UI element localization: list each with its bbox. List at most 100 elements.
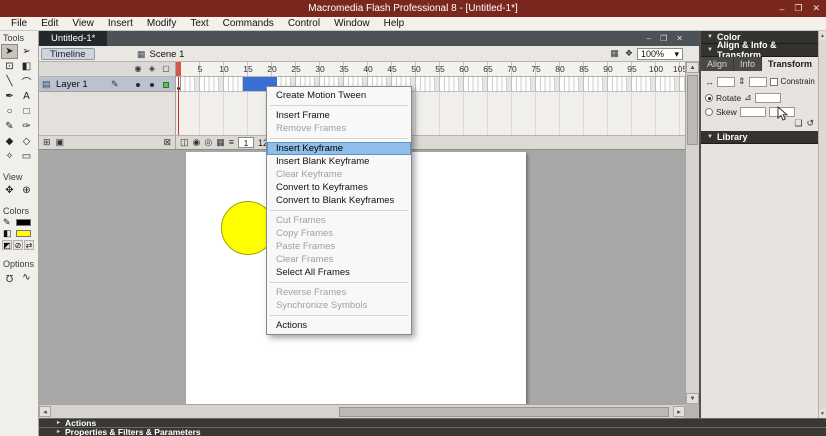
context-item-select-all-frames[interactable]: Select All Frames bbox=[267, 266, 411, 279]
context-item-create-motion-tween[interactable]: Create Motion Tween bbox=[267, 89, 411, 102]
menu-help[interactable]: Help bbox=[377, 17, 412, 30]
text-tool[interactable]: A bbox=[18, 89, 35, 104]
center-frame-button[interactable]: ◫ bbox=[180, 138, 189, 147]
stage-vertical-scrollbar[interactable]: ▲ ▼ bbox=[685, 62, 699, 404]
frames-empty-area[interactable] bbox=[176, 92, 685, 135]
snap-to-objects-option[interactable]: Ω bbox=[1, 270, 18, 285]
stroke-color-swatch[interactable] bbox=[16, 219, 31, 226]
menu-commands[interactable]: Commands bbox=[216, 17, 281, 30]
menu-modify[interactable]: Modify bbox=[140, 17, 183, 30]
context-item-insert-frame[interactable]: Insert Frame bbox=[267, 109, 411, 122]
vertical-scroll-thumb[interactable] bbox=[687, 75, 698, 145]
scroll-up-icon[interactable]: ▲ bbox=[819, 31, 826, 40]
lasso-tool[interactable]: ⌒ bbox=[18, 74, 35, 89]
scroll-up-icon[interactable]: ▲ bbox=[686, 62, 699, 73]
align-info-transform-panel-header[interactable]: ▼ Align & Info & Transform bbox=[701, 40, 818, 60]
context-item-convert-to-keyframes[interactable]: Convert to Keyframes bbox=[267, 181, 411, 194]
context-item-insert-blank-keyframe[interactable]: Insert Blank Keyframe bbox=[267, 155, 411, 168]
line-tool[interactable]: ╲ bbox=[1, 74, 18, 89]
tab-transform[interactable]: Transform bbox=[762, 57, 820, 71]
no-color-button[interactable]: ⊘ bbox=[13, 240, 23, 250]
eyedropper-tool[interactable]: ✧ bbox=[1, 149, 18, 164]
hand-tool[interactable]: ✥ bbox=[1, 183, 18, 198]
context-item-insert-keyframe[interactable]: Insert Keyframe bbox=[267, 142, 411, 155]
scale-height-field[interactable] bbox=[748, 76, 767, 87]
outline-all-layers-icon[interactable]: ▢ bbox=[160, 64, 172, 73]
layer-frames-track[interactable] bbox=[176, 77, 685, 92]
doc-restore-button[interactable]: ❐ bbox=[660, 34, 667, 43]
free-transform-tool[interactable]: ⊡ bbox=[1, 59, 18, 74]
menu-view[interactable]: View bbox=[65, 17, 101, 30]
constrain-checkbox[interactable] bbox=[769, 77, 778, 86]
menu-insert[interactable]: Insert bbox=[101, 17, 140, 30]
paint-bucket-tool[interactable]: ◇ bbox=[18, 134, 35, 149]
copy-transform-icon[interactable]: ❏ bbox=[794, 118, 802, 129]
brush-tool[interactable]: ✑ bbox=[18, 119, 35, 134]
timeline-ruler-frames[interactable]: 5 10 15 20 25 30 35 40 45 50 55 60 65 70 75 80 85 90 95 100… bbox=[176, 62, 685, 77]
context-item-actions[interactable]: Actions bbox=[267, 319, 411, 332]
scale-width-field[interactable] bbox=[717, 76, 735, 87]
stroke-color-control[interactable]: ✎ bbox=[0, 217, 38, 228]
doc-close-button[interactable]: ✕ bbox=[676, 34, 683, 43]
scroll-left-icon[interactable]: ◂ bbox=[39, 406, 51, 417]
menu-file[interactable]: File bbox=[4, 17, 34, 30]
close-button[interactable]: ✕ bbox=[812, 3, 820, 14]
menu-text[interactable]: Text bbox=[183, 17, 215, 30]
reset-transform-icon[interactable]: ↺ bbox=[806, 118, 814, 129]
oval-tool[interactable]: ○ bbox=[1, 104, 18, 119]
panel-scrollbar[interactable]: ▲ ▼ bbox=[818, 31, 826, 418]
layer-lock-dot[interactable] bbox=[150, 83, 154, 87]
scroll-down-icon[interactable]: ▼ bbox=[686, 393, 699, 404]
skew-radio[interactable] bbox=[705, 108, 713, 116]
menu-edit[interactable]: Edit bbox=[34, 17, 65, 30]
fill-color-swatch[interactable] bbox=[16, 230, 31, 237]
properties-panel-bar[interactable]: ▸ Properties & Filters & Parameters bbox=[39, 427, 826, 436]
subselection-tool[interactable]: ➢ bbox=[18, 44, 35, 59]
timeline-toggle-button[interactable]: Timeline bbox=[41, 48, 95, 60]
onion-skin-button[interactable]: ◉ bbox=[193, 138, 201, 147]
rotate-angle-field[interactable] bbox=[754, 92, 781, 103]
edit-scene-icon[interactable]: ▦ bbox=[610, 48, 619, 59]
pen-tool[interactable]: ✒ bbox=[1, 89, 18, 104]
edit-multiple-frames-button[interactable]: ▦ bbox=[216, 138, 225, 147]
menu-control[interactable]: Control bbox=[281, 17, 327, 30]
menu-window[interactable]: Window bbox=[327, 17, 377, 30]
ink-bottle-tool[interactable]: ◆ bbox=[1, 134, 18, 149]
context-item-convert-to-blank-keyframes[interactable]: Convert to Blank Keyframes bbox=[267, 194, 411, 207]
layer-visible-dot[interactable] bbox=[136, 83, 140, 87]
zoom-tool[interactable]: ⊕ bbox=[18, 183, 35, 198]
scroll-down-icon[interactable]: ▼ bbox=[819, 409, 826, 418]
modify-onion-markers-button[interactable]: ≡ bbox=[229, 138, 234, 147]
minimize-button[interactable]: – bbox=[779, 4, 784, 14]
library-panel-header[interactable]: ▼ Library bbox=[701, 131, 818, 144]
pencil-tool[interactable]: ✎ bbox=[1, 119, 18, 134]
insert-layer-button[interactable]: ⊞ bbox=[43, 138, 51, 147]
swap-colors-button[interactable]: ⇄ bbox=[24, 240, 34, 250]
skew-horizontal-field[interactable] bbox=[739, 107, 766, 117]
playhead-marker[interactable] bbox=[176, 62, 181, 76]
fill-color-control[interactable]: ◧ bbox=[0, 228, 38, 239]
layer-outline-color-swatch[interactable] bbox=[163, 82, 169, 88]
document-tab[interactable]: Untitled-1* bbox=[39, 31, 108, 46]
selection-tool[interactable]: ➤ bbox=[1, 44, 18, 59]
smooth-option[interactable]: ∿ bbox=[18, 270, 35, 285]
scroll-right-icon[interactable]: ▸ bbox=[673, 406, 685, 417]
layer-name[interactable]: Layer 1 bbox=[56, 79, 88, 90]
stage-zoom-select[interactable]: 100% ▾ bbox=[637, 48, 683, 60]
onion-skin-outlines-button[interactable]: ◎ bbox=[204, 138, 212, 147]
gradient-transform-tool[interactable]: ◧ bbox=[18, 59, 35, 74]
stage-horizontal-scrollbar[interactable]: ◂ ▸ bbox=[39, 404, 685, 418]
doc-minimize-button[interactable]: – bbox=[647, 34, 651, 43]
rotate-radio[interactable] bbox=[705, 93, 713, 102]
default-colors-button[interactable]: ◩ bbox=[2, 240, 12, 250]
rectangle-tool[interactable]: □ bbox=[18, 104, 35, 119]
tab-info[interactable]: Info bbox=[734, 57, 763, 71]
layer-row[interactable]: ▤ Layer 1 ✎ bbox=[39, 77, 176, 92]
insert-layer-folder-button[interactable]: ▣ bbox=[56, 138, 65, 147]
delete-layer-button[interactable]: ⊠ bbox=[163, 138, 171, 147]
scene-breadcrumb[interactable]: ▦ Scene 1 bbox=[137, 48, 184, 60]
show-hide-all-layers-icon[interactable]: ◉ bbox=[132, 64, 144, 73]
edit-symbols-icon[interactable]: ❖ bbox=[625, 48, 633, 59]
eraser-tool[interactable]: ▭ bbox=[18, 149, 35, 164]
lock-all-layers-icon[interactable]: ◈ bbox=[146, 64, 158, 73]
